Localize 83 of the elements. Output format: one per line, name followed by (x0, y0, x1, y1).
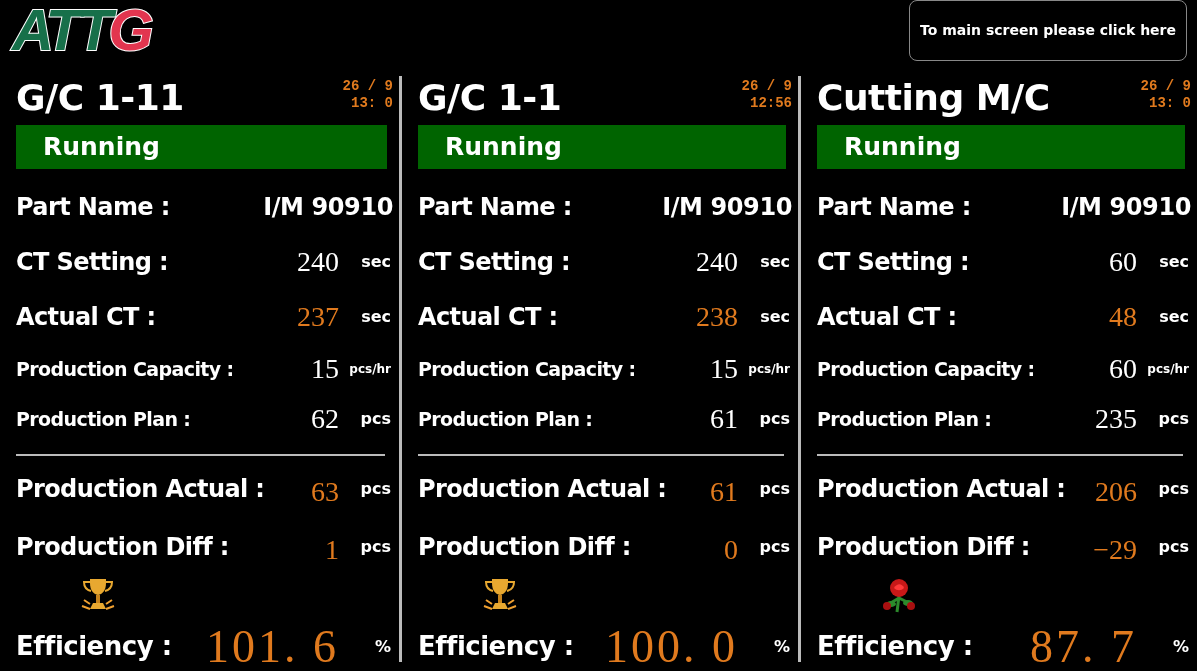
unit-text: pcs (758, 478, 791, 500)
field-value: 48 (1108, 299, 1137, 334)
field-label: Production Diff : (817, 532, 1030, 563)
field-label: Production Plan : (418, 406, 593, 432)
field-value: 61 (710, 475, 738, 509)
field-value: 15 (709, 352, 738, 386)
field-label: Production Plan : (16, 406, 191, 432)
field-label: Part Name : (418, 191, 572, 223)
field-label: Actual CT : (817, 301, 957, 333)
time-text: 13: 0 (1149, 95, 1191, 112)
field-label: Production Plan : (817, 406, 992, 432)
field-value: 237 (296, 299, 339, 334)
unit-text: % (1171, 635, 1190, 658)
unit-text: pcs/hr (348, 361, 392, 378)
logo: ATTG (12, 0, 150, 60)
unit-text: pcs (758, 408, 791, 430)
field-value: 240 (695, 244, 738, 279)
field-value: I/M 90910 (662, 191, 792, 223)
field-label: Production Capacity : (16, 356, 234, 382)
unit-text: % (772, 635, 791, 658)
unit-text: sec (759, 305, 791, 328)
unit-text: sec (1158, 305, 1190, 328)
field-value: 240 (296, 244, 339, 279)
field-label: Part Name : (16, 191, 170, 223)
machine-title: Cutting M/C (817, 78, 1050, 118)
date-text: 26 / 9 (342, 78, 393, 95)
unit-text: pcs (359, 408, 392, 430)
machine-title: G/C 1-1 (418, 78, 562, 118)
field-label: CT Setting : (418, 246, 571, 278)
field-label: CT Setting : (817, 246, 970, 278)
field-label: Production Capacity : (418, 356, 636, 382)
status-bar: Running (817, 125, 1185, 169)
main-screen-button[interactable]: To main screen please click here (909, 0, 1187, 61)
date-text: 26 / 9 (1140, 78, 1191, 95)
efficiency-label: Efficiency : (16, 630, 173, 663)
unit-text: % (373, 635, 392, 658)
unit-text: pcs (359, 478, 392, 500)
field-value: 235 (1094, 402, 1137, 436)
field-value: 61 (709, 402, 738, 436)
unit-text: pcs (1157, 478, 1190, 500)
unit-text: pcs (758, 536, 791, 558)
efficiency-label: Efficiency : (418, 630, 575, 663)
field-value: 15 (310, 352, 339, 386)
unit-text: sec (360, 305, 392, 328)
field-label: Production Actual : (418, 474, 667, 505)
field-value: 63 (311, 475, 339, 509)
field-value: 206 (1094, 475, 1137, 509)
unit-text: pcs (1157, 536, 1190, 558)
field-value: 62 (310, 402, 339, 436)
field-label: Actual CT : (16, 301, 156, 333)
field-value: 60 (1108, 352, 1137, 386)
status-bar: Running (418, 125, 786, 169)
field-label: Actual CT : (418, 301, 558, 333)
unit-text: pcs (1157, 408, 1190, 430)
date-text: 26 / 9 (741, 78, 792, 95)
unit-text: pcs/hr (1146, 361, 1190, 378)
field-value: 0 (723, 533, 738, 567)
field-value: 60 (1108, 244, 1137, 279)
time-text: 13: 0 (351, 95, 393, 112)
field-value: 1 (324, 533, 339, 567)
field-value: 238 (695, 299, 738, 334)
field-label: CT Setting : (16, 246, 169, 278)
field-label: Production Diff : (418, 532, 631, 563)
machine-title: G/C 1-11 (16, 78, 184, 118)
field-value: −29 (1093, 533, 1137, 567)
time-text: 12:56 (750, 95, 792, 112)
status-bar: Running (16, 125, 387, 169)
field-label: Production Diff : (16, 532, 229, 563)
efficiency-value: 100. 0 (605, 620, 738, 671)
unit-text: pcs/hr (747, 361, 791, 378)
field-label: Production Actual : (817, 474, 1066, 505)
unit-text: sec (360, 250, 392, 273)
efficiency-value: 87. 7 (1030, 620, 1137, 671)
field-value: I/M 90910 (263, 191, 393, 223)
efficiency-label: Efficiency : (817, 630, 974, 663)
field-value: I/M 90910 (1061, 191, 1191, 223)
unit-text: sec (759, 250, 791, 273)
unit-text: sec (1158, 250, 1190, 273)
unit-text: pcs (359, 536, 392, 558)
field-label: Production Actual : (16, 474, 265, 505)
field-label: Part Name : (817, 191, 971, 223)
efficiency-value: 101. 6 (206, 620, 339, 671)
field-label: Production Capacity : (817, 356, 1035, 382)
